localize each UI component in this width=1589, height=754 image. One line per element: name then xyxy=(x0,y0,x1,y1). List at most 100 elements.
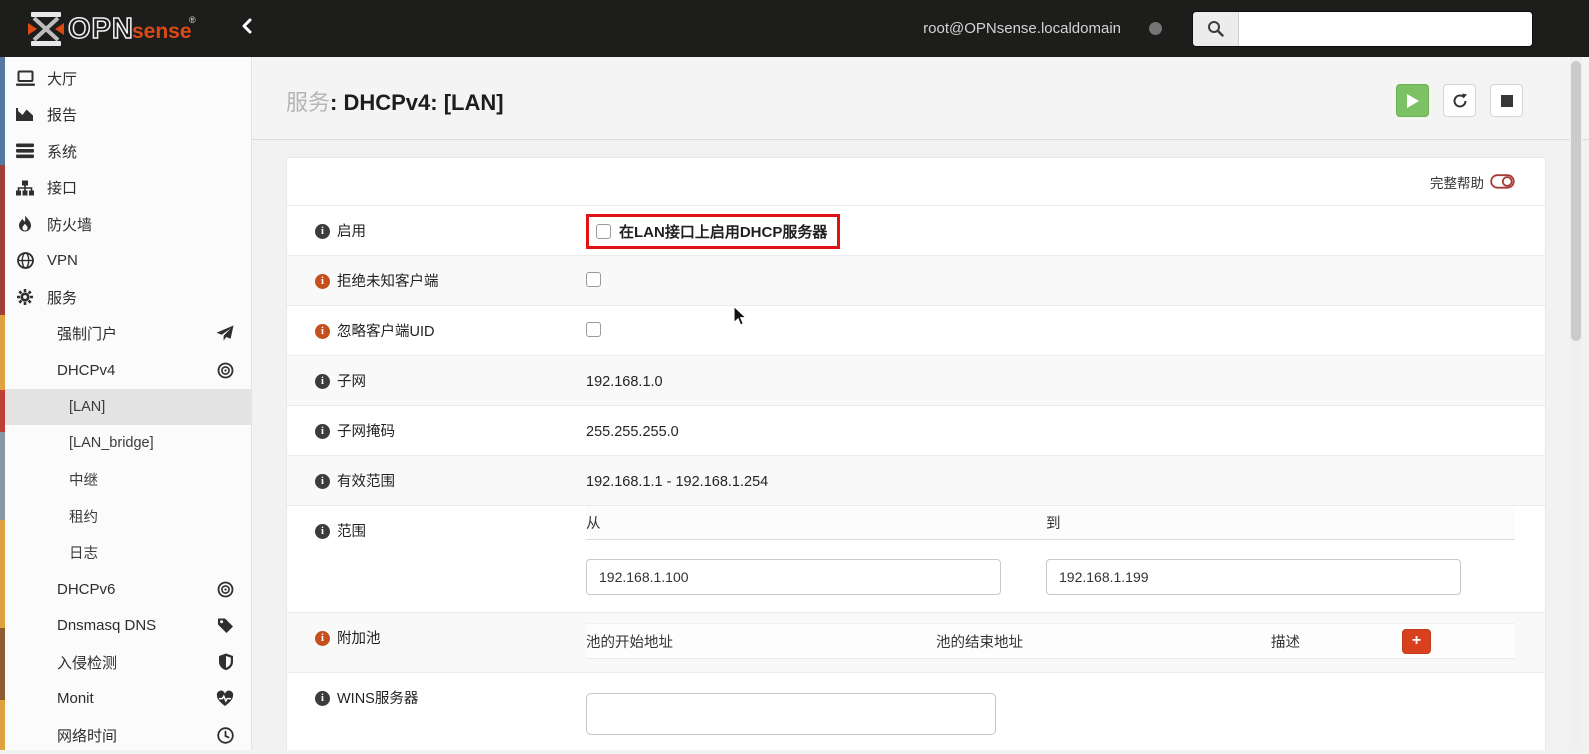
sidebar-item-label: 日志 xyxy=(69,546,98,563)
search-icon-box xyxy=(1193,11,1239,46)
stop-square-icon xyxy=(1500,94,1513,107)
field-label: 有效范围 xyxy=(337,474,395,490)
main-content: 服务: DHCPv4: [LAN] 完整帮助 启用 xyxy=(252,57,1589,750)
wins-server-input[interactable] xyxy=(586,693,996,735)
info-circle-icon[interactable] xyxy=(315,374,330,389)
info-circle-icon[interactable] xyxy=(315,324,330,339)
field-label: 附加池 xyxy=(337,631,381,647)
pool-start-header: 池的开始地址 xyxy=(586,634,673,651)
brand-opn: OPN xyxy=(68,13,134,45)
service-restart-button[interactable] xyxy=(1443,84,1476,117)
play-icon xyxy=(1407,93,1419,108)
info-circle-icon[interactable] xyxy=(315,424,330,439)
row-additional-pools: 附加池 池的开始地址 池的结束地址 描述 + xyxy=(287,613,1545,673)
info-circle-icon[interactable] xyxy=(315,691,330,706)
bullseye-icon xyxy=(217,581,234,598)
pool-table-header: 池的开始地址 池的结束地址 描述 + xyxy=(586,623,1515,659)
row-wins: WINS服务器 xyxy=(287,673,1545,751)
sidebar-item-system[interactable]: 系统 xyxy=(0,133,251,170)
sidebar-item-leases[interactable]: 租约 xyxy=(0,498,251,535)
brand-sense: sense xyxy=(132,20,192,43)
search-icon xyxy=(1208,21,1224,37)
row-range: 范围 从 到 xyxy=(287,506,1545,613)
row-subnet-mask: 子网掩码 255.255.255.0 xyxy=(287,406,1545,456)
sidebar-item-dnsmasq[interactable]: Dnsmasq DNS xyxy=(0,608,251,645)
info-circle-icon[interactable] xyxy=(315,524,330,539)
service-start-button[interactable] xyxy=(1396,84,1429,117)
field-label: 启用 xyxy=(337,224,366,240)
sidebar-collapse-button[interactable] xyxy=(240,17,270,40)
logged-in-user[interactable]: root@OPNsense.localdomain xyxy=(923,20,1121,37)
sidebar-item-label: 入侵检测 xyxy=(57,654,118,672)
paper-plane-icon xyxy=(216,325,234,342)
sidebar-item-dhcpv4[interactable]: DHCPv4 xyxy=(0,352,251,389)
service-stop-button[interactable] xyxy=(1490,84,1523,117)
enable-dhcp-checkbox[interactable] xyxy=(596,224,611,239)
field-label: 范围 xyxy=(337,524,366,540)
sidebar-item-interfaces[interactable]: 接口 xyxy=(0,170,251,207)
full-help-row: 完整帮助 xyxy=(287,158,1545,206)
mouse-cursor-icon xyxy=(733,305,748,332)
info-circle-icon[interactable] xyxy=(315,631,330,646)
gear-icon xyxy=(15,288,35,306)
desktop-icon xyxy=(15,69,35,87)
sidebar-item-intrusion-detection[interactable]: 入侵检测 xyxy=(0,644,251,681)
fire-icon xyxy=(15,215,35,233)
field-label: 子网 xyxy=(337,374,366,390)
sidebar-item-lan[interactable]: [LAN] xyxy=(0,388,251,425)
search-input[interactable] xyxy=(1239,11,1532,46)
range-from-input[interactable] xyxy=(586,559,1001,595)
opnsense-logo[interactable]: OPN sense ® xyxy=(26,9,226,49)
ignore-uid-checkbox[interactable] xyxy=(586,322,601,337)
page-title-rest: : DHCPv4: [LAN] xyxy=(330,90,504,115)
page-title: 服务: DHCPv4: [LAN] xyxy=(286,85,504,117)
sidebar-item-label: 网络时间 xyxy=(57,727,118,745)
sidebar-item-relay[interactable]: 中继 xyxy=(0,462,251,499)
row-subnet: 子网 192.168.1.0 xyxy=(287,356,1545,406)
range-to-input[interactable] xyxy=(1046,559,1461,595)
sidebar-item-captive-portal[interactable]: 强制门户 xyxy=(0,316,251,353)
add-pool-button[interactable]: + xyxy=(1402,628,1431,654)
row-available-range: 有效范围 192.168.1.1 - 192.168.1.254 xyxy=(287,456,1545,506)
sidebar-item-network-time[interactable]: 网络时间 xyxy=(0,717,251,754)
toggle-off-icon[interactable] xyxy=(1490,174,1515,189)
info-circle-icon[interactable] xyxy=(315,474,330,489)
sidebar-item-lobby[interactable]: 大厅 xyxy=(0,60,251,97)
info-circle-icon[interactable] xyxy=(315,274,330,289)
sidebar-item-monit[interactable]: Monit xyxy=(0,681,251,718)
scrollbar-thumb[interactable] xyxy=(1571,61,1581,341)
full-help-label[interactable]: 完整帮助 xyxy=(1430,172,1484,192)
sidebar-item-label: 接口 xyxy=(47,180,78,198)
tag-icon xyxy=(217,617,234,634)
sidebar-item-label: DHCPv4 xyxy=(57,361,116,379)
sidebar-item-reporting[interactable]: 报告 xyxy=(0,97,251,134)
field-label: 子网掩码 xyxy=(337,424,395,440)
pool-desc-header: 描述 xyxy=(1271,634,1300,651)
subnet-mask-value: 255.255.255.0 xyxy=(586,424,679,440)
sidebar-item-label: Monit xyxy=(57,690,94,708)
sidebar-item-label: 报告 xyxy=(47,107,78,125)
sidebar-item-label: DHCPv6 xyxy=(57,580,116,598)
sidebar: 大厅 报告 系统 接口 防火墙 VPN 服务 强制门户 DHCPv4 [LAN]… xyxy=(0,57,252,750)
sidebar-item-lan-bridge[interactable]: [LAN_bridge] xyxy=(0,425,251,462)
sidebar-item-services[interactable]: 服务 xyxy=(0,279,251,316)
deny-unknown-checkbox[interactable] xyxy=(586,272,601,287)
sidebar-item-firewall[interactable]: 防火墙 xyxy=(0,206,251,243)
available-range-value: 192.168.1.1 - 192.168.1.254 xyxy=(586,474,769,490)
field-label: WINS服务器 xyxy=(337,691,419,707)
sidebar-item-label: 中继 xyxy=(69,473,98,490)
global-search xyxy=(1192,10,1533,47)
sidebar-item-log[interactable]: 日志 xyxy=(0,535,251,572)
info-circle-icon[interactable] xyxy=(315,224,330,239)
refresh-icon xyxy=(1453,93,1467,107)
sidebar-item-label: 防火墙 xyxy=(47,216,93,234)
sidebar-item-label: 系统 xyxy=(47,143,78,161)
sidebar-item-vpn[interactable]: VPN xyxy=(0,243,251,280)
sidebar-item-dhcpv6[interactable]: DHCPv6 xyxy=(0,571,251,608)
server-icon xyxy=(15,142,35,160)
shield-icon xyxy=(218,653,234,671)
page-header: 服务: DHCPv4: [LAN] xyxy=(252,57,1589,140)
chevron-left-icon xyxy=(242,18,252,34)
enable-dhcp-checkbox-label: 在LAN接口上启用DHCP服务器 xyxy=(619,224,828,241)
sidebar-item-label: VPN xyxy=(47,252,78,270)
